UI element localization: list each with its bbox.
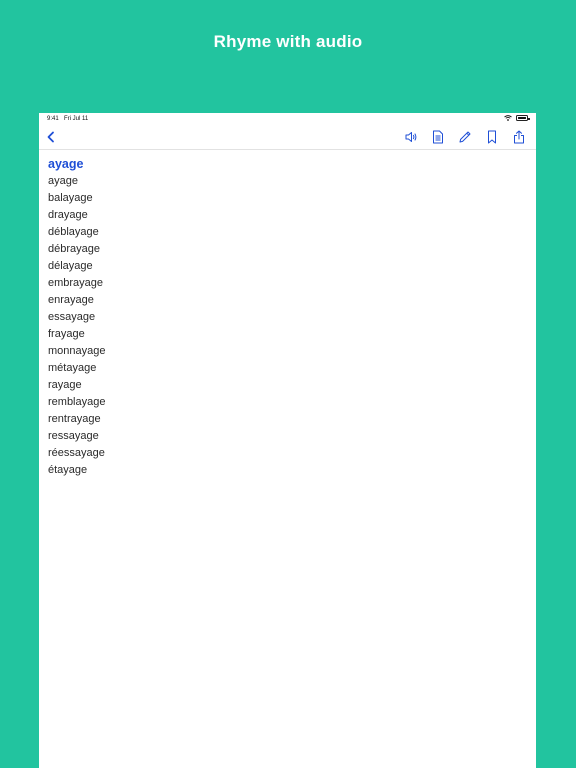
speaker-icon — [405, 132, 417, 142]
status-date: Fri Jul 11 — [64, 116, 89, 122]
list-item[interactable]: ressayage — [48, 430, 536, 447]
speak-button[interactable] — [403, 129, 419, 145]
status-time: 9:41 — [47, 116, 59, 122]
list-item[interactable]: étayage — [48, 464, 536, 481]
toolbar — [39, 125, 536, 150]
toolbar-actions — [403, 129, 527, 145]
wifi-icon — [504, 115, 512, 121]
share-button[interactable] — [511, 129, 527, 145]
list-item[interactable]: frayage — [48, 328, 536, 345]
definition-button[interactable] — [430, 129, 446, 145]
bookmark-button[interactable] — [484, 129, 500, 145]
list-item[interactable]: remblayage — [48, 396, 536, 413]
list-item[interactable]: rentrayage — [48, 413, 536, 430]
app-screen: 9:41 Fri Jul 11 ayage ayage balayage dra… — [39, 113, 536, 768]
list-item[interactable]: déblayage — [48, 226, 536, 243]
list-item[interactable]: métayage — [48, 362, 536, 379]
rhyme-heading: ayage — [48, 157, 84, 171]
pencil-icon — [459, 131, 471, 143]
battery-icon — [516, 115, 530, 121]
edit-button[interactable] — [457, 129, 473, 145]
list-item[interactable]: enrayage — [48, 294, 536, 311]
list-item[interactable]: embrayage — [48, 277, 536, 294]
list-item[interactable]: monnayage — [48, 345, 536, 362]
status-bar: 9:41 Fri Jul 11 — [39, 113, 536, 125]
list-item[interactable]: rayage — [48, 379, 536, 396]
chevron-left-icon — [47, 131, 54, 143]
share-icon — [514, 130, 524, 144]
list-item[interactable]: délayage — [48, 260, 536, 277]
status-indicators — [504, 115, 530, 121]
list-item[interactable]: ayage — [48, 175, 536, 192]
list-item[interactable]: essayage — [48, 311, 536, 328]
promo-title: Rhyme with audio — [213, 32, 363, 51]
document-icon — [433, 130, 443, 144]
rhyme-list: ayage balayage drayage déblayage débraya… — [48, 175, 536, 481]
back-button[interactable] — [43, 129, 59, 145]
list-item[interactable]: balayage — [48, 192, 536, 209]
rhyme-results: ayage ayage balayage drayage déblayage d… — [39, 150, 536, 481]
list-item[interactable]: réessayage — [48, 447, 536, 464]
list-item[interactable]: drayage — [48, 209, 536, 226]
bookmark-icon — [488, 130, 496, 144]
list-item[interactable]: débrayage — [48, 243, 536, 260]
